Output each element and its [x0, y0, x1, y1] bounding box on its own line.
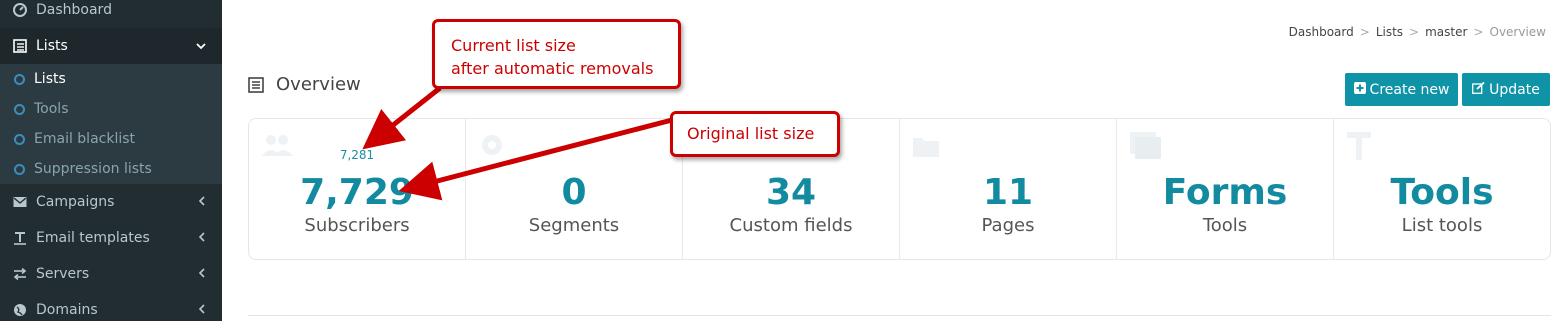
- stat-label: Segments: [528, 215, 620, 236]
- plus-square-icon: [1353, 81, 1366, 98]
- envelope-icon: [12, 194, 28, 210]
- folder-icon: [912, 131, 940, 166]
- stat-pages[interactable]: 11 Pages: [900, 119, 1117, 259]
- sidebar: Dashboard Lists Lists Tools Email blackl: [0, 0, 222, 321]
- sidebar-item-campaigns[interactable]: Campaigns: [0, 184, 222, 220]
- stat-value: 0: [561, 172, 587, 213]
- dashboard-icon: [12, 2, 28, 18]
- create-new-label: Create new: [1369, 81, 1450, 98]
- copy-icon: [1129, 131, 1163, 169]
- list-icon: [248, 76, 264, 93]
- update-label: Update: [1489, 81, 1540, 98]
- circle-icon: [14, 103, 25, 115]
- stat-value: 7,729: [300, 172, 414, 213]
- submenu-item-label: Email blacklist: [34, 131, 136, 147]
- chevron-left-icon: [198, 231, 206, 245]
- submenu-item-label: Suppression lists: [34, 161, 152, 177]
- breadcrumb-master[interactable]: master: [1425, 25, 1467, 39]
- stat-label: Pages: [981, 215, 1035, 236]
- callout-original-size: Original list size: [670, 111, 840, 157]
- submenu-item-email-blacklist[interactable]: Email blacklist: [0, 124, 222, 154]
- stat-value: 11: [982, 172, 1034, 213]
- stat-label: Subscribers: [304, 215, 410, 236]
- sidebar-item-email-templates[interactable]: Email templates: [0, 220, 222, 256]
- submenu-item-tools[interactable]: Tools: [0, 94, 222, 124]
- create-new-button[interactable]: Create new: [1345, 73, 1458, 106]
- stat-forms[interactable]: Forms Tools: [1117, 119, 1334, 259]
- chevron-down-icon: [196, 39, 206, 53]
- stat-tools[interactable]: Tools List tools: [1334, 119, 1550, 259]
- app-root: Dashboard Lists Lists Tools Email blackl: [0, 0, 1568, 321]
- divider: [248, 315, 1551, 316]
- stat-label: List tools: [1401, 215, 1483, 236]
- sidebar-item-label: Email templates: [36, 230, 150, 246]
- callout-current-size: Current list size after automatic remova…: [432, 19, 681, 89]
- sidebar-item-label: Campaigns: [36, 194, 115, 210]
- stats-panel: 7,281 7,729 Subscribers 0 Segments 34 Cu…: [248, 118, 1551, 260]
- submenu-item-lists[interactable]: Lists: [0, 64, 222, 94]
- callout-text: Original list size: [687, 124, 815, 143]
- stat-label: Tools: [1202, 215, 1248, 236]
- exchange-icon: [12, 266, 28, 282]
- sidebar-item-lists[interactable]: Lists: [0, 28, 222, 64]
- breadcrumb-lists[interactable]: Lists: [1376, 25, 1403, 39]
- breadcrumb-separator: >: [1473, 25, 1484, 39]
- sidebar-item-domains[interactable]: Domains: [0, 292, 222, 321]
- sidebar-item-servers[interactable]: Servers: [0, 256, 222, 292]
- breadcrumb-separator: >: [1409, 25, 1420, 39]
- breadcrumb-dashboard[interactable]: Dashboard: [1289, 25, 1354, 39]
- stat-value: Forms: [1162, 172, 1288, 213]
- stat-segments[interactable]: 0 Segments: [466, 119, 683, 259]
- submenu-item-suppression-lists[interactable]: Suppression lists: [0, 154, 222, 184]
- stat-small-value: 7,281: [339, 148, 375, 162]
- callout-text-line2: after automatic removals: [451, 59, 654, 78]
- gear-icon: [478, 131, 506, 167]
- stat-value: Tools: [1390, 172, 1494, 213]
- submenu-item-label: Tools: [34, 101, 69, 117]
- text-icon: [12, 230, 28, 246]
- submenu-item-label: Lists: [34, 71, 66, 87]
- sidebar-item-label: Domains: [36, 302, 98, 318]
- breadcrumb-separator: >: [1359, 25, 1370, 39]
- circle-icon: [14, 163, 25, 175]
- stat-value: 34: [765, 172, 817, 213]
- page-title-text: Overview: [276, 74, 361, 95]
- text-icon: [1346, 131, 1372, 169]
- globe-icon: [12, 302, 28, 318]
- stat-subscribers[interactable]: 7,281 7,729 Subscribers: [249, 119, 466, 259]
- callout-text-line1: Current list size: [451, 36, 576, 55]
- circle-icon: [14, 133, 25, 145]
- chevron-left-icon: [198, 267, 206, 281]
- circle-icon: [14, 73, 25, 85]
- list-icon: [12, 38, 28, 54]
- update-button[interactable]: Update: [1462, 73, 1550, 106]
- sidebar-item-label: Lists: [36, 38, 68, 54]
- sidebar-submenu: Lists Tools Email blacklist Suppression …: [0, 64, 222, 184]
- stat-label: Custom fields: [729, 215, 853, 236]
- chevron-left-icon: [198, 195, 206, 209]
- sidebar-item-label: Servers: [36, 266, 90, 282]
- main-content: Dashboard > Lists > master > Overview Ov…: [222, 0, 1568, 321]
- breadcrumb: Dashboard > Lists > master > Overview: [1289, 25, 1546, 39]
- sidebar-item-label: Dashboard: [36, 2, 112, 18]
- edit-icon: [1472, 81, 1485, 98]
- breadcrumb-overview: Overview: [1489, 25, 1547, 39]
- chevron-left-icon: [198, 303, 206, 317]
- sidebar-item-dashboard[interactable]: Dashboard: [0, 0, 222, 28]
- page-title: Overview: [248, 74, 361, 95]
